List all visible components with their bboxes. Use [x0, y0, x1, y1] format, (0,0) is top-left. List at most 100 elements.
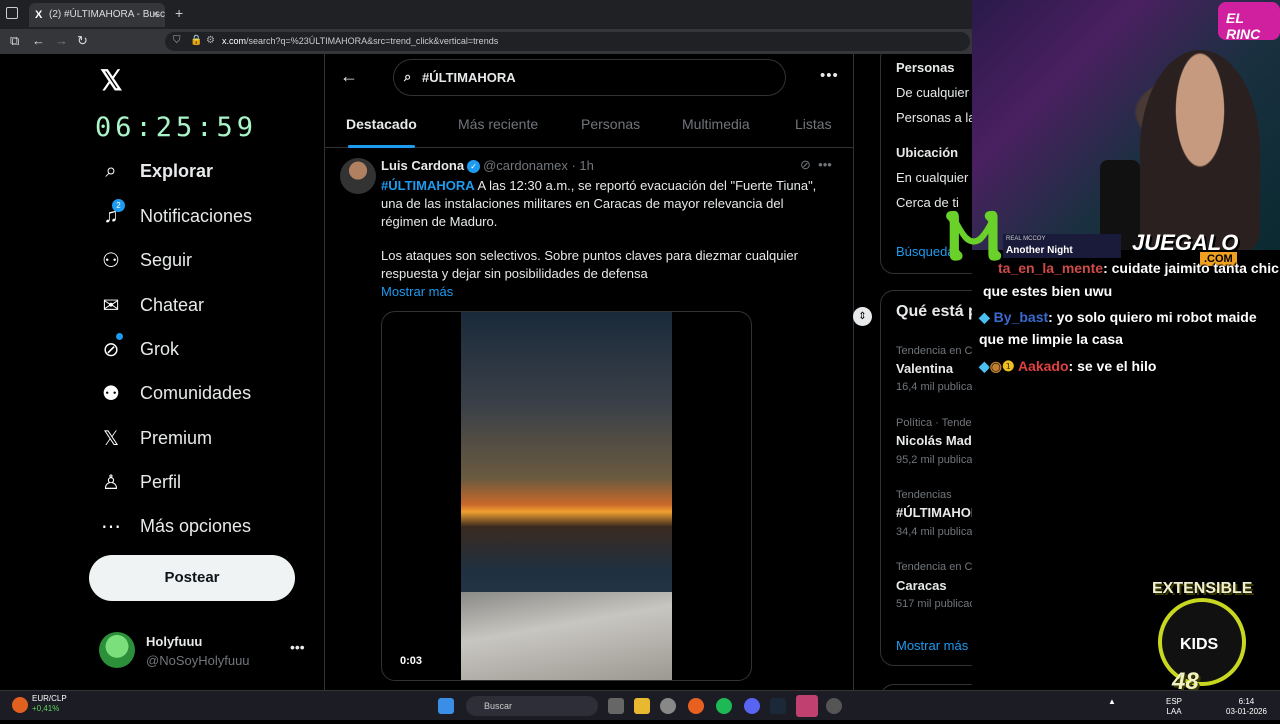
- trend-name[interactable]: Caracas: [896, 578, 947, 593]
- language-indicator[interactable]: ESP LAA: [1166, 697, 1182, 717]
- account-more-icon[interactable]: •••: [290, 639, 305, 655]
- chat-badge-icon: ◉: [989, 358, 1002, 374]
- account-handle[interactable]: @NoSoyHolyfuuu: [146, 653, 250, 668]
- reload-icon[interactable]: ↻: [77, 33, 88, 49]
- stock-change: +0,41%: [32, 704, 60, 713]
- filter-personas-follow[interactable]: Personas a la: [896, 110, 972, 125]
- search-icon: ⌕: [105, 159, 117, 182]
- tab-multimedia[interactable]: Multimedia: [682, 116, 750, 132]
- lang-primary: ESP: [1166, 697, 1183, 706]
- filter-ubicacion-any[interactable]: En cualquier: [896, 170, 968, 185]
- tweet-video[interactable]: 0:03: [381, 311, 752, 681]
- back-icon[interactable]: ←: [32, 33, 45, 48]
- chat-message: : se ve el hilo: [1068, 358, 1157, 374]
- browser-tab[interactable]: X (2) #ÚLTIMAHORA - Buscar / X ×: [29, 3, 165, 27]
- trend-name[interactable]: Nicolás Maduro: [896, 433, 972, 448]
- x-sidebar: 𝕏 06:25:59 ⌕ Explorar ♫ 2 Notificaciones …: [0, 54, 325, 690]
- tweet-text-part2: Los ataques son selectivos. Sobre puntos…: [381, 248, 798, 281]
- tab-personas[interactable]: Personas: [581, 116, 640, 132]
- grok-explain-icon[interactable]: ⊘: [800, 157, 811, 172]
- obs-icon[interactable]: [660, 698, 676, 714]
- nav-label: Chatear: [140, 294, 205, 315]
- nav-mas-opciones[interactable]: ⋯ Más opciones: [100, 511, 251, 541]
- close-tab-icon[interactable]: ×: [152, 7, 159, 21]
- window-menu-icon[interactable]: [6, 7, 18, 19]
- tweet-time[interactable]: · 1h: [571, 158, 593, 173]
- tray-arrow-icon[interactable]: ▲: [1108, 697, 1116, 707]
- sidebar-toggle-icon[interactable]: ⧉: [10, 33, 19, 49]
- tab-listas[interactable]: Listas: [795, 116, 832, 132]
- firefox-icon[interactable]: [688, 698, 704, 714]
- stock-widget-icon[interactable]: [12, 697, 28, 713]
- address-bar[interactable]: ⛉ 🔒 ⚙ x.com/search?q=%23ÚLTIMAHORA&src=t…: [165, 32, 970, 51]
- nav-seguir[interactable]: ⚇ Seguir: [100, 245, 192, 275]
- lock-icon[interactable]: 🔒: [190, 35, 202, 46]
- nav-grok[interactable]: ⊘ Grok: [100, 332, 179, 364]
- account-name[interactable]: Holyfuuu: [146, 634, 202, 649]
- nav-label: Notificaciones: [140, 205, 253, 226]
- kids-label: KIDS: [1180, 636, 1219, 653]
- task-view-icon[interactable]: [608, 698, 624, 714]
- person-add-icon: ⚇: [102, 249, 120, 272]
- nav-label: Más opciones: [140, 515, 252, 536]
- discord-icon[interactable]: [744, 698, 760, 714]
- scroll-arrows-icon[interactable]: ⇕: [853, 307, 872, 326]
- url-path: /search?q=%23ÚLTIMAHORA&src=trend_click&…: [246, 36, 499, 46]
- video-foreground: [461, 592, 672, 680]
- trend-name[interactable]: #ÚLTIMAHORA: [896, 505, 972, 520]
- trends-show-more[interactable]: Mostrar más: [896, 638, 968, 653]
- back-arrow-icon[interactable]: ←: [340, 66, 358, 87]
- nav-explorar[interactable]: ⌕ Explorar: [100, 156, 213, 186]
- tweet-header: Luis Cardona ✓ @cardonamex · 1h: [381, 158, 594, 174]
- video-time: 0:03: [400, 655, 423, 667]
- trends-card: Qué está pasando Tendencia en Chile Vale…: [880, 290, 972, 666]
- nav-premium[interactable]: 𝕏 Premium: [100, 423, 212, 453]
- search-icon: ⌕: [404, 69, 412, 84]
- trend-count: 34,4 mil publicaciones: [896, 526, 972, 538]
- x-logo-icon[interactable]: 𝕏: [100, 64, 123, 97]
- chat-line: que estes bien uwu: [983, 283, 1112, 299]
- post-button[interactable]: Postear: [89, 555, 295, 601]
- nav-chatear[interactable]: ✉ Chatear: [100, 290, 204, 320]
- taskbar-search[interactable]: Buscar: [466, 696, 598, 716]
- taskbar-search-text: Buscar: [484, 701, 513, 711]
- trend-meta: Tendencia en Chile: [896, 345, 972, 357]
- new-dot-icon: [116, 332, 123, 340]
- file-explorer-icon[interactable]: [634, 698, 650, 714]
- clock-overlay: 06:25:59: [95, 112, 258, 143]
- start-icon[interactable]: [438, 698, 454, 714]
- site-settings-icon[interactable]: ⚙: [206, 35, 215, 46]
- stock-widget[interactable]: EUR/CLP +0,41%: [32, 694, 67, 714]
- trend-name[interactable]: Valentina: [896, 361, 953, 376]
- nav-label: Comunidades: [140, 382, 252, 403]
- steam-icon[interactable]: [770, 698, 786, 714]
- filter-personas-any[interactable]: De cualquier: [896, 85, 969, 100]
- spotify-icon[interactable]: [716, 698, 732, 714]
- nav-comunidades[interactable]: ⚉ Comunidades: [100, 378, 251, 408]
- brand-corner-logo: EL RINC: [1218, 2, 1280, 42]
- app-icon-2[interactable]: [826, 698, 842, 714]
- tweet-author-name[interactable]: Luis Cardona: [381, 158, 464, 173]
- new-tab-icon[interactable]: +: [175, 5, 183, 21]
- tweet-author-avatar[interactable]: [340, 158, 376, 194]
- shield-icon[interactable]: ⛉: [173, 35, 181, 46]
- tweet-more-icon[interactable]: •••: [818, 157, 832, 172]
- more-circle-icon: ⋯: [101, 515, 121, 538]
- search-input[interactable]: ⌕ #ÚLTIMAHORA: [393, 59, 786, 96]
- account-avatar[interactable]: [99, 632, 135, 668]
- clock[interactable]: 6:14 03-01-2026: [1226, 697, 1267, 717]
- show-more-link[interactable]: Mostrar más: [381, 284, 453, 299]
- nav-notificaciones[interactable]: ♫ 2 Notificaciones: [100, 198, 253, 231]
- tweet-actions: ⊘ •••: [800, 157, 832, 173]
- app-icon[interactable]: [796, 695, 818, 717]
- more-options-icon[interactable]: •••: [820, 67, 839, 84]
- tweet-hashtag[interactable]: #ÚLTIMAHORA: [381, 178, 475, 193]
- forward-icon[interactable]: →: [55, 33, 68, 48]
- tab-mas-reciente[interactable]: Más reciente: [458, 116, 538, 132]
- tab-destacado[interactable]: Destacado: [346, 116, 417, 148]
- nav-perfil[interactable]: ♙ Perfil: [100, 467, 181, 497]
- search-value: #ÚLTIMAHORA: [422, 70, 516, 85]
- tweet-author-handle[interactable]: @cardonamex: [483, 158, 568, 173]
- trend-count: 95,2 mil publicaciones: [896, 454, 972, 466]
- stock-name: EUR/CLP: [32, 694, 67, 703]
